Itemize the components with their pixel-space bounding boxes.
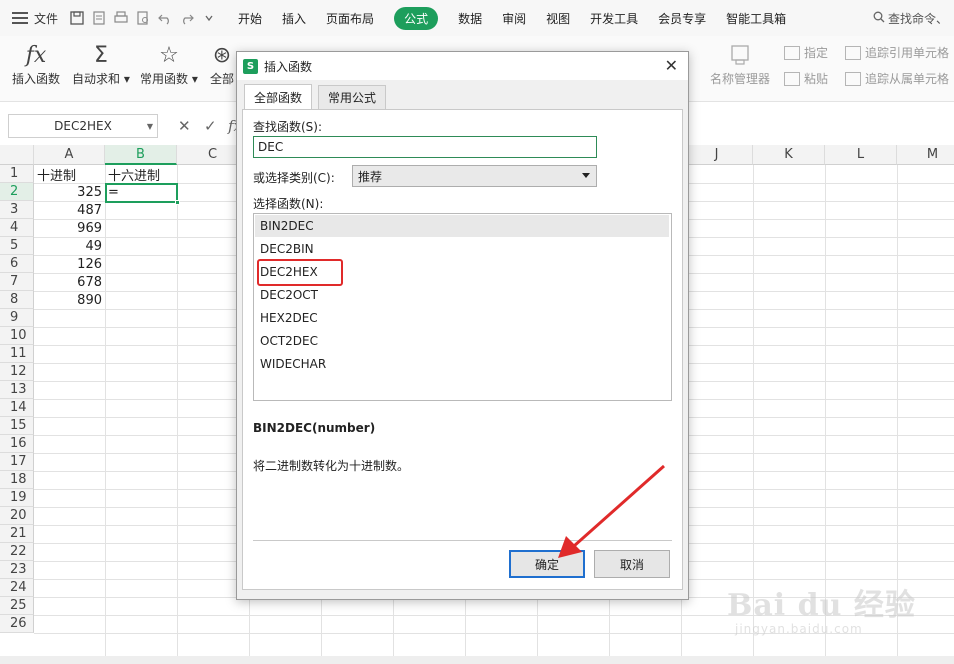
arrow-head bbox=[558, 536, 582, 558]
spreadsheet-app: 文件 开始 插入 页面布局 公式 数据 审阅 视图 开发工具 会员专享 智能工具… bbox=[0, 0, 954, 664]
annotation-arrow bbox=[558, 464, 665, 558]
arrow-shaft bbox=[573, 464, 665, 548]
